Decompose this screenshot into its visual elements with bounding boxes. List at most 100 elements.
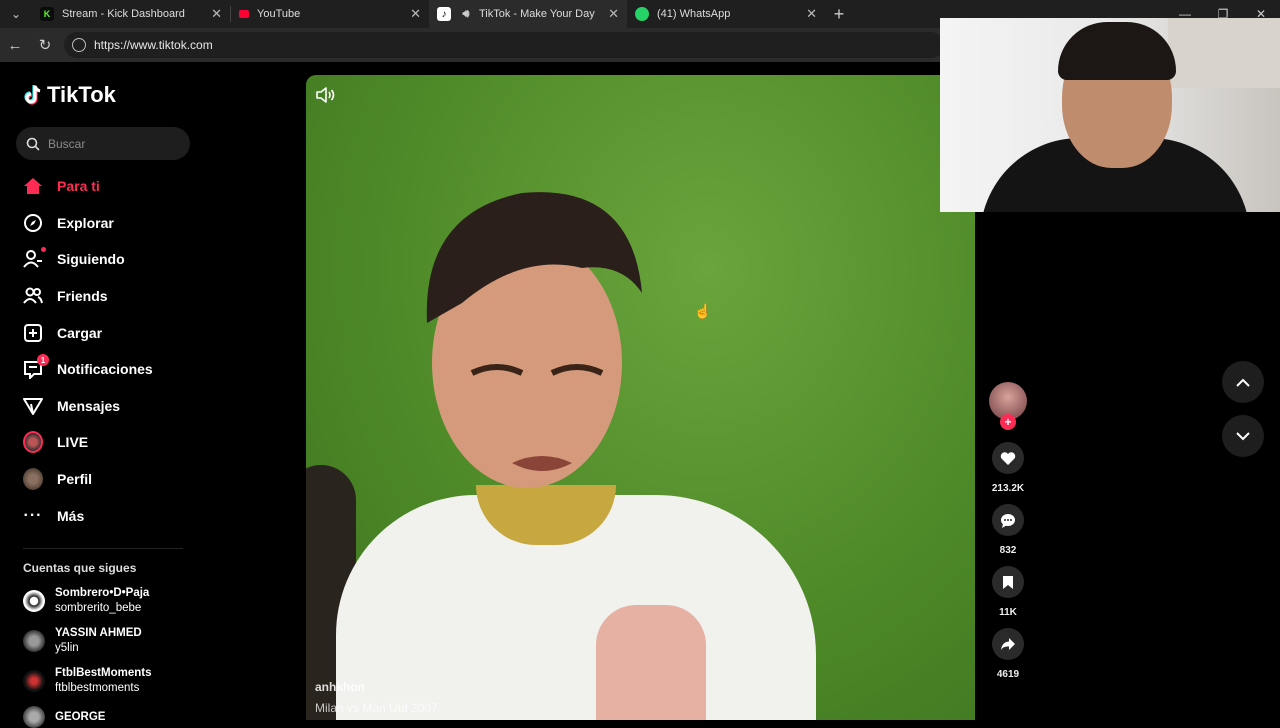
comment-icon[interactable] — [992, 504, 1024, 536]
tab-title: TikTok - Make Your Day — [479, 8, 595, 20]
reload-button[interactable]: ↻ — [30, 30, 60, 60]
nav-item-perfil[interactable]: Perfil — [0, 461, 195, 498]
nav-label: Notificaciones — [57, 361, 153, 378]
tab-title: YouTube — [257, 8, 301, 20]
nav-label: Cargar — [57, 324, 103, 341]
bookmark-icon[interactable] — [992, 566, 1024, 598]
search-box[interactable] — [16, 127, 190, 160]
nav-item-para-ti[interactable]: Para ti — [0, 168, 195, 205]
nav-item-explorar[interactable]: Explorar — [0, 205, 195, 242]
divider — [23, 548, 183, 549]
video-author[interactable]: anhkhon — [315, 680, 365, 694]
whatsapp-icon — [635, 7, 649, 21]
friends-icon — [23, 286, 43, 306]
account-name: Sombrero•D•Paja — [55, 587, 150, 599]
nav-item-mensajes[interactable]: Mensajes — [0, 388, 195, 425]
nav-label: Mensajes — [57, 397, 121, 414]
avatar — [23, 706, 45, 728]
video-description: Milan vs Man Utd 2007 — [315, 701, 438, 715]
avatar — [23, 670, 45, 692]
nav-label: Perfil — [57, 471, 93, 488]
url-text: https://www.tiktok.com — [94, 38, 213, 52]
tiktok-note-icon — [24, 85, 41, 105]
like-action[interactable]: 213.2K — [985, 442, 1031, 494]
close-icon[interactable]: ✕ — [806, 6, 817, 22]
volume-button[interactable] — [316, 87, 336, 108]
kick-icon: K — [40, 7, 54, 21]
mouse-cursor-icon: ☝ — [694, 303, 712, 319]
browser-tab-whatsapp[interactable]: (41) WhatsApp ✕ — [627, 0, 825, 28]
save-count: 11K — [999, 607, 1017, 618]
tiktok-logo[interactable]: TikTok — [23, 82, 116, 108]
account-handle: ftblbestmoments — [55, 682, 140, 694]
creator-avatar[interactable]: + — [989, 382, 1027, 430]
following-section-title: Cuentas que sigues — [23, 561, 137, 575]
back-button[interactable]: ← — [0, 30, 30, 60]
volume-icon — [316, 87, 335, 103]
chevron-up-icon — [1236, 378, 1250, 387]
comment-action[interactable]: 832 — [985, 504, 1031, 556]
comment-count: 832 — [999, 545, 1017, 556]
more-icon: ··· — [23, 506, 43, 524]
avatar — [23, 630, 45, 652]
browser-tab-kick[interactable]: K Stream - Kick Dashboard ✕ — [32, 0, 230, 28]
nav-item-friends[interactable]: Friends — [0, 278, 195, 315]
browser-tab-youtube[interactable]: YouTube ✕ — [231, 0, 429, 28]
tab-title: Stream - Kick Dashboard — [62, 8, 185, 20]
nav-label: Para ti — [57, 178, 100, 195]
browser-tab-tiktok[interactable]: ♪ 🔊︎ TikTok - Make Your Day ✕ — [429, 0, 627, 28]
profile-icon — [23, 468, 43, 491]
tab-search-chevron-icon[interactable]: ⌄ — [0, 0, 32, 28]
live-icon — [23, 431, 43, 454]
video-actions: + 213.2K 832 11K 4619 — [985, 382, 1031, 690]
followed-account[interactable]: FtblBestMoments ftblbestmoments — [23, 666, 151, 696]
followed-account[interactable]: GEORGE — [23, 706, 105, 728]
nav-item-notificaciones[interactable]: 1 Notificaciones — [0, 351, 195, 388]
video-player[interactable]: ☝ anhkhon Milan vs Man Utd 2007 — [306, 75, 975, 720]
share-icon[interactable] — [992, 628, 1024, 660]
chevron-down-icon — [1236, 431, 1250, 440]
nav-label: Más — [57, 507, 85, 524]
share-count: 4619 — [996, 669, 1020, 680]
main-nav: Para ti Explorar Siguiendo Friends Carga… — [0, 168, 195, 534]
speaker-icon[interactable]: 🔊︎ — [459, 7, 473, 21]
sidebar: TikTok Para ti Explorar — [0, 62, 195, 728]
following-icon — [23, 247, 46, 269]
site-info-icon[interactable] — [72, 38, 86, 52]
heart-icon[interactable] — [992, 442, 1024, 474]
new-tab-button[interactable]: + — [825, 0, 853, 28]
save-action[interactable]: 11K — [985, 566, 1031, 618]
account-name: GEORGE — [55, 710, 106, 723]
nav-item-siguiendo[interactable]: Siguiendo — [0, 241, 195, 278]
nav-item-mas[interactable]: ··· Más — [0, 497, 195, 534]
video-frame-player — [426, 192, 642, 488]
nav-item-cargar[interactable]: Cargar — [0, 314, 195, 351]
follow-plus-icon[interactable]: + — [1000, 414, 1016, 430]
search-input[interactable] — [48, 136, 178, 151]
close-icon[interactable]: ✕ — [410, 6, 421, 22]
close-icon[interactable]: ✕ — [608, 6, 619, 22]
home-icon — [23, 176, 43, 196]
new-dot — [41, 247, 46, 253]
next-video-button[interactable] — [1222, 415, 1264, 457]
video-frame-hand — [596, 605, 706, 720]
avatar — [23, 590, 45, 612]
nav-label: LIVE — [57, 434, 89, 451]
nav-label: Explorar — [57, 214, 114, 231]
tab-title: (41) WhatsApp — [657, 8, 731, 20]
logo-text: TikTok — [47, 82, 116, 107]
account-name: FtblBestMoments — [55, 667, 152, 679]
followed-account[interactable]: Sombrero•D•Paja sombrerito_bebe — [23, 586, 149, 616]
search-icon — [26, 137, 40, 151]
send-icon — [23, 396, 43, 416]
account-handle: sombrerito_bebe — [55, 602, 142, 614]
url-field[interactable]: https://www.tiktok.com — [64, 32, 944, 58]
followed-account[interactable]: YASSIN AHMED y5lin — [23, 626, 142, 656]
nav-item-live[interactable]: LIVE — [0, 424, 195, 461]
account-name: YASSIN AHMED — [55, 627, 142, 639]
close-icon[interactable]: ✕ — [211, 6, 222, 22]
previous-video-button[interactable] — [1222, 361, 1264, 403]
notification-badge: 1 — [37, 354, 49, 367]
share-action[interactable]: 4619 — [985, 628, 1031, 680]
compass-icon — [23, 213, 43, 233]
